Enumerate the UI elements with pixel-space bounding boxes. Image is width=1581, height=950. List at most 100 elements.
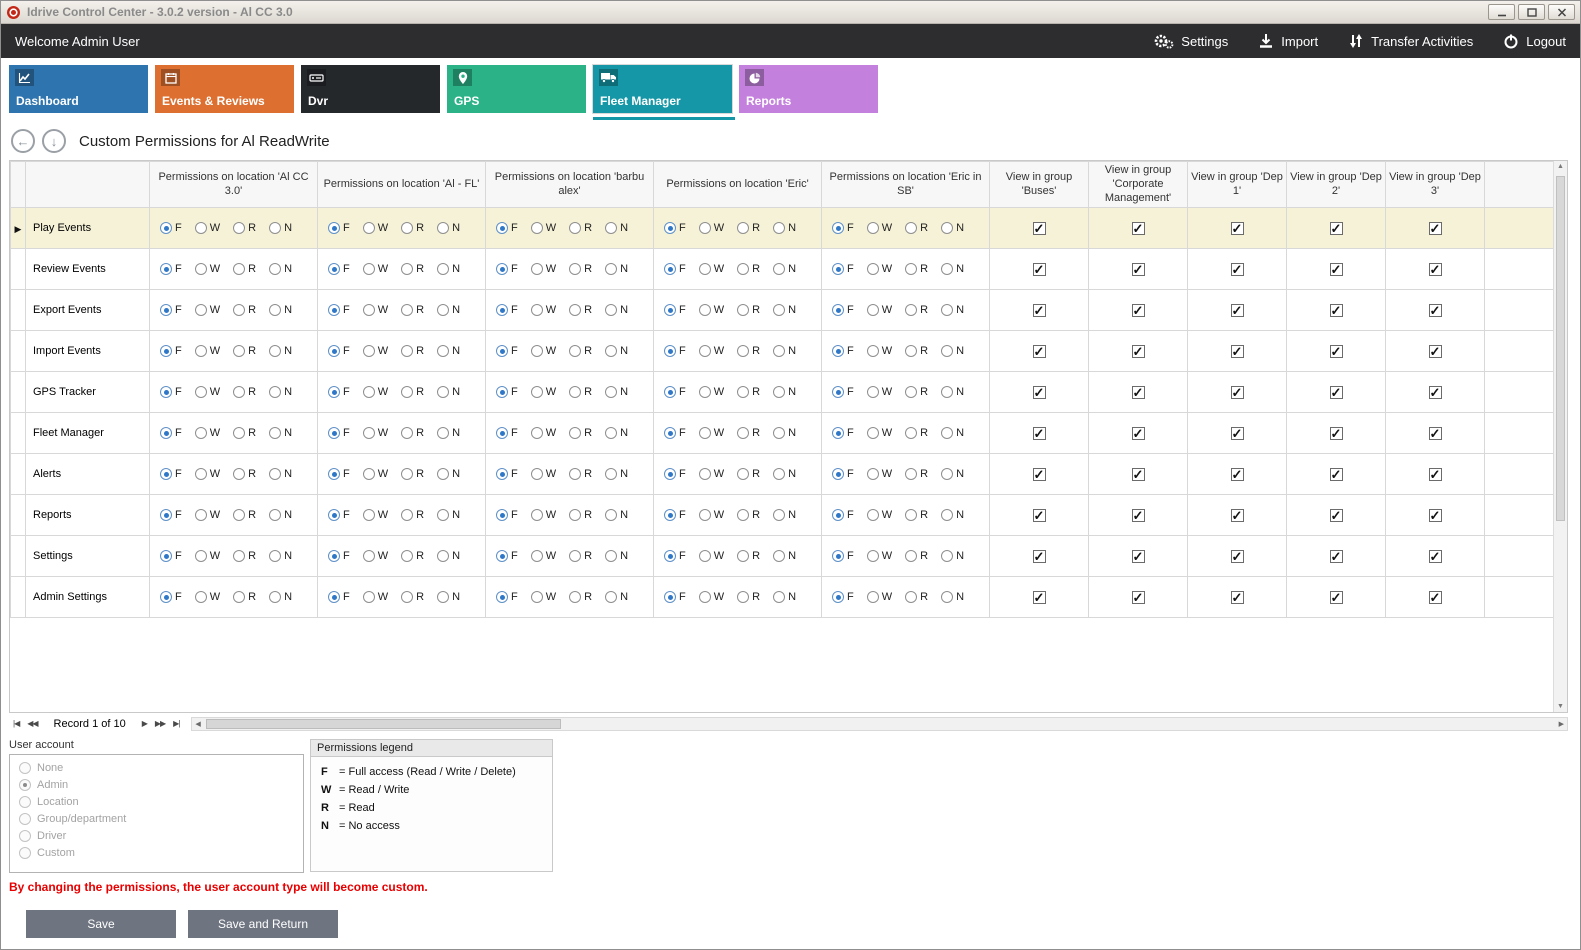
permission-radio-w[interactable]: W [195, 591, 220, 603]
permission-radio-f[interactable]: F [160, 509, 182, 521]
permission-radio-f[interactable]: F [664, 345, 686, 357]
permission-radio-f[interactable]: F [160, 263, 182, 275]
account-type-driver[interactable]: Driver [19, 830, 294, 842]
account-type-group-department[interactable]: Group/department [19, 813, 294, 825]
permission-radio-n[interactable]: N [773, 468, 796, 480]
permission-radio-w[interactable]: W [195, 304, 220, 316]
permission-radio-w[interactable]: W [531, 222, 556, 234]
permission-radio-f[interactable]: F [496, 222, 518, 234]
permission-radio-n[interactable]: N [941, 222, 964, 234]
permission-radio-r[interactable]: R [569, 386, 592, 398]
scroll-left-icon[interactable]: ◀ [192, 720, 203, 728]
account-type-none[interactable]: None [19, 762, 294, 774]
permission-radio-f[interactable]: F [496, 550, 518, 562]
scroll-right-icon[interactable]: ▶ [1556, 720, 1567, 728]
group-view-checkbox[interactable]: ✓ [1033, 427, 1046, 440]
group-view-checkbox[interactable]: ✓ [1132, 509, 1145, 522]
row-selector-cell[interactable] [11, 536, 26, 577]
permission-radio-n[interactable]: N [269, 509, 292, 521]
group-view-checkbox[interactable]: ✓ [1231, 263, 1244, 276]
horizontal-scrollbar[interactable]: ◀ ▶ [191, 717, 1568, 731]
group-view-checkbox[interactable]: ✓ [1429, 509, 1442, 522]
permission-radio-r[interactable]: R [401, 263, 424, 275]
table-row[interactable]: Review EventsFWRNFWRNFWRNFWRNFWRN✓✓✓✓✓ [11, 249, 1556, 290]
permission-radio-n[interactable]: N [437, 468, 460, 480]
permission-radio-f[interactable]: F [328, 386, 350, 398]
column-header[interactable]: Permissions on location 'Eric in SB' [822, 162, 990, 208]
permission-radio-w[interactable]: W [195, 550, 220, 562]
permission-radio-r[interactable]: R [737, 222, 760, 234]
permission-radio-r[interactable]: R [233, 345, 256, 357]
permission-radio-n[interactable]: N [941, 468, 964, 480]
permission-radio-w[interactable]: W [531, 591, 556, 603]
row-selector-cell[interactable] [11, 413, 26, 454]
permission-radio-n[interactable]: N [269, 345, 292, 357]
permission-radio-r[interactable]: R [233, 509, 256, 521]
permission-radio-f[interactable]: F [496, 591, 518, 603]
tab-gps[interactable]: GPS [447, 65, 586, 113]
permission-radio-w[interactable]: W [867, 263, 892, 275]
permission-radio-n[interactable]: N [605, 468, 628, 480]
permission-radio-f[interactable]: F [328, 222, 350, 234]
permission-radio-n[interactable]: N [605, 509, 628, 521]
permission-radio-w[interactable]: W [363, 263, 388, 275]
permission-radio-r[interactable]: R [737, 550, 760, 562]
permission-radio-n[interactable]: N [269, 263, 292, 275]
permission-radio-w[interactable]: W [699, 345, 724, 357]
group-view-checkbox[interactable]: ✓ [1033, 468, 1046, 481]
permission-radio-n[interactable]: N [605, 550, 628, 562]
permission-radio-f[interactable]: F [328, 345, 350, 357]
permission-radio-r[interactable]: R [905, 468, 928, 480]
next-page-button[interactable]: ▶▶ [151, 719, 169, 728]
permission-radio-r[interactable]: R [569, 550, 592, 562]
column-header[interactable]: Permissions on location 'Eric' [654, 162, 822, 208]
permission-radio-w[interactable]: W [195, 468, 220, 480]
permission-radio-w[interactable]: W [363, 427, 388, 439]
group-view-checkbox[interactable]: ✓ [1330, 222, 1343, 235]
down-button[interactable]: ↓ [42, 129, 66, 153]
permission-radio-r[interactable]: R [737, 509, 760, 521]
permission-radio-r[interactable]: R [233, 468, 256, 480]
permission-radio-r[interactable]: R [401, 550, 424, 562]
permission-radio-f[interactable]: F [496, 263, 518, 275]
column-header[interactable]: Permissions on location 'barbu alex' [486, 162, 654, 208]
group-view-checkbox[interactable]: ✓ [1033, 345, 1046, 358]
row-selector-cell[interactable] [11, 454, 26, 495]
permission-radio-f[interactable]: F [832, 263, 854, 275]
group-view-checkbox[interactable]: ✓ [1429, 222, 1442, 235]
table-row[interactable]: ReportsFWRNFWRNFWRNFWRNFWRN✓✓✓✓✓ [11, 495, 1556, 536]
table-row[interactable]: AlertsFWRNFWRNFWRNFWRNFWRN✓✓✓✓✓ [11, 454, 1556, 495]
permission-radio-w[interactable]: W [699, 550, 724, 562]
permission-radio-w[interactable]: W [195, 263, 220, 275]
permission-radio-f[interactable]: F [832, 468, 854, 480]
group-view-checkbox[interactable]: ✓ [1132, 304, 1145, 317]
permission-radio-w[interactable]: W [195, 222, 220, 234]
permission-radio-w[interactable]: W [867, 304, 892, 316]
permission-radio-n[interactable]: N [269, 222, 292, 234]
vertical-scrollbar[interactable]: ▲ ▼ [1553, 161, 1567, 712]
permission-radio-f[interactable]: F [496, 345, 518, 357]
group-view-checkbox[interactable]: ✓ [1231, 591, 1244, 604]
permission-radio-r[interactable]: R [737, 591, 760, 603]
permission-radio-w[interactable]: W [699, 591, 724, 603]
permission-radio-f[interactable]: F [160, 345, 182, 357]
account-type-location[interactable]: Location [19, 796, 294, 808]
group-view-checkbox[interactable]: ✓ [1330, 509, 1343, 522]
permission-radio-n[interactable]: N [437, 304, 460, 316]
horizontal-scrollbar-thumb[interactable] [206, 719, 561, 729]
permission-radio-f[interactable]: F [664, 304, 686, 316]
group-view-checkbox[interactable]: ✓ [1033, 509, 1046, 522]
column-header[interactable]: View in group 'Buses' [990, 162, 1089, 208]
permission-radio-w[interactable]: W [195, 509, 220, 521]
permission-radio-n[interactable]: N [941, 304, 964, 316]
save-and-return-button[interactable]: Save and Return [188, 910, 338, 938]
permission-radio-n[interactable]: N [773, 427, 796, 439]
permission-radio-n[interactable]: N [437, 222, 460, 234]
permission-radio-f[interactable]: F [160, 222, 182, 234]
permission-radio-r[interactable]: R [737, 468, 760, 480]
table-row[interactable]: Fleet ManagerFWRNFWRNFWRNFWRNFWRN✓✓✓✓✓ [11, 413, 1556, 454]
permission-radio-f[interactable]: F [496, 427, 518, 439]
group-view-checkbox[interactable]: ✓ [1132, 550, 1145, 563]
group-view-checkbox[interactable]: ✓ [1429, 345, 1442, 358]
permission-radio-n[interactable]: N [773, 345, 796, 357]
